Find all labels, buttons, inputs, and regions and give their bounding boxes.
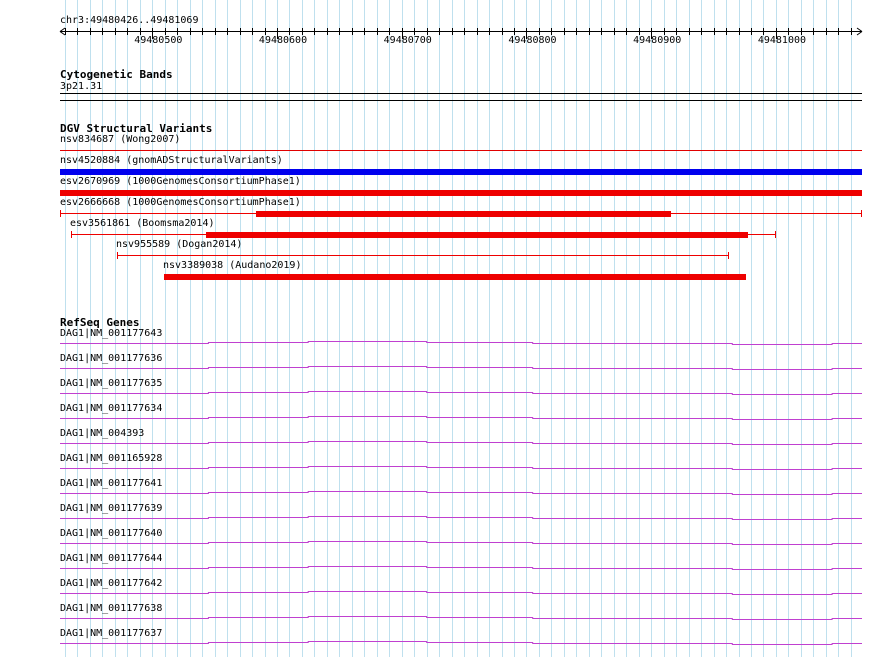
- gene-line: [60, 516, 862, 520]
- gene-model[interactable]: [0, 489, 890, 497]
- ruler-tick-label: 49480700: [383, 35, 432, 46]
- cytoband-track-title: Cytogenetic Bands: [60, 68, 173, 81]
- gene-model[interactable]: [0, 389, 890, 397]
- variant-span-line[interactable]: [60, 150, 862, 151]
- variant-label: nsv834687 (Wong2007): [60, 134, 181, 145]
- variant-end-cap: [117, 252, 118, 259]
- variant-bar[interactable]: [164, 274, 746, 280]
- variant-end-cap: [71, 231, 72, 238]
- variant-label: nsv955589 (Dogan2014): [116, 239, 243, 250]
- variant-end-cap: [775, 231, 776, 238]
- cytoband-bar[interactable]: [60, 93, 862, 94]
- gene-line: [60, 416, 862, 420]
- gene-line: [60, 466, 862, 470]
- ruler-tick-label: 49480600: [258, 35, 308, 46]
- ruler-tick-label: 49480900: [633, 35, 682, 46]
- variant-label: esv2670969 (1000GenomesConsortiumPhase1): [60, 176, 301, 187]
- gene-line: [60, 341, 862, 345]
- gene-model[interactable]: [0, 439, 890, 447]
- gene-line: [60, 566, 862, 570]
- gene-line: [60, 641, 862, 645]
- gene-model[interactable]: [0, 614, 890, 622]
- track-separator: [60, 100, 862, 101]
- gene-line: [60, 391, 862, 395]
- gene-line: [60, 616, 862, 620]
- variant-bar[interactable]: [60, 169, 862, 175]
- gene-model[interactable]: [0, 464, 890, 472]
- gene-model[interactable]: [0, 414, 890, 422]
- ruler-tick-label: 49480500: [134, 35, 183, 46]
- ruler-tick-label: 49480800: [508, 35, 557, 46]
- gene-line: [60, 441, 862, 445]
- variant-label: esv2666668 (1000GenomesConsortiumPhase1): [60, 197, 301, 208]
- gene-line: [60, 366, 862, 370]
- cytoband-label: 3p21.31: [60, 81, 103, 92]
- variant-bar[interactable]: [206, 232, 748, 238]
- gene-model[interactable]: [0, 639, 890, 647]
- gene-model[interactable]: [0, 364, 890, 372]
- variant-label: esv3561861 (Boomsma2014): [70, 218, 215, 229]
- variant-bar[interactable]: [60, 190, 862, 196]
- variant-end-cap: [861, 210, 862, 217]
- variant-bar[interactable]: [256, 211, 671, 217]
- variant-label: nsv3389038 (Audano2019): [163, 260, 302, 271]
- gene-line: [60, 591, 862, 595]
- gene-model[interactable]: [0, 514, 890, 522]
- gene-model[interactable]: [0, 589, 890, 597]
- variant-end-cap: [60, 210, 61, 217]
- variant-label: nsv4520884 (gnomADStructuralVariants): [60, 155, 283, 166]
- variant-end-cap: [728, 252, 729, 259]
- ruler-tick-label: 49481000: [757, 35, 807, 46]
- gene-model[interactable]: [0, 339, 890, 347]
- gene-model[interactable]: [0, 539, 890, 547]
- gene-model[interactable]: [0, 564, 890, 572]
- gene-line: [60, 491, 862, 495]
- variant-span-line[interactable]: [117, 255, 729, 256]
- gene-line: [60, 541, 862, 545]
